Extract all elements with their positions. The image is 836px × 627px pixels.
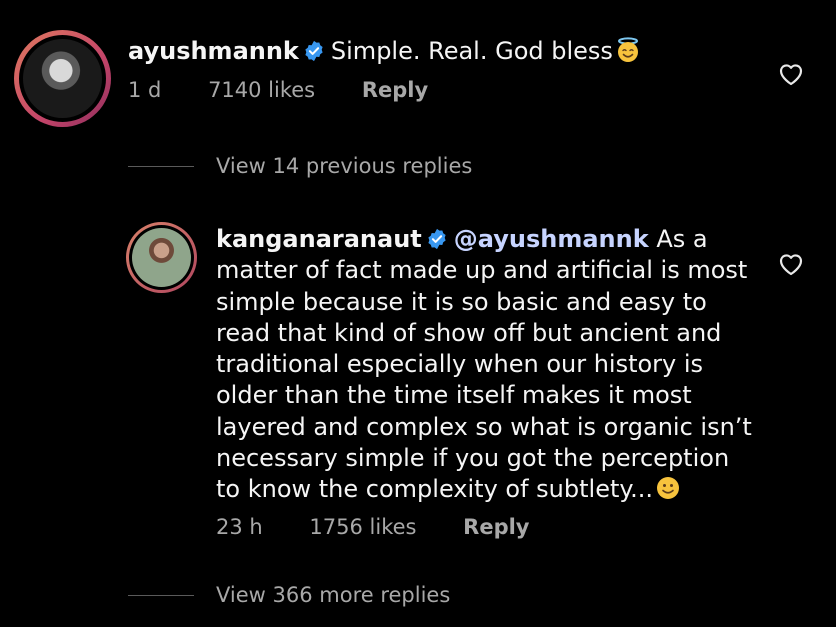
profile-photo [23, 39, 102, 118]
avatar-ring [19, 35, 106, 122]
comment-2-text: As a matter of fact made up and artifici… [216, 225, 752, 504]
mention-link[interactable]: @ayushmannk [454, 225, 649, 253]
profile-photo [132, 228, 191, 287]
reply-button[interactable]: Reply [463, 515, 529, 539]
view-previous-replies-label: View 14 previous replies [216, 154, 473, 178]
comment-2-meta: 23 h 1756 likes Reply [216, 515, 570, 539]
view-previous-replies-button[interactable]: View 14 previous replies [128, 154, 472, 178]
verified-badge-icon [428, 228, 446, 250]
username-kanganaranaut[interactable]: kanganaranaut [216, 225, 422, 253]
avatar-ring [129, 225, 194, 290]
view-more-replies-button[interactable]: View 366 more replies [128, 583, 450, 607]
divider-line [128, 594, 194, 596]
likes-count[interactable]: 7140 likes [208, 78, 315, 102]
likes-count[interactable]: 1756 likes [309, 515, 416, 539]
avatar-kanganaranaut[interactable] [126, 222, 197, 293]
reply-button[interactable]: Reply [362, 78, 428, 102]
comment-2-body: kanganaranaut @ayushmannk As a matter of … [216, 224, 756, 506]
verified-badge-icon [305, 40, 323, 62]
slightly-smiling-face-emoji [657, 477, 680, 500]
view-more-replies-label: View 366 more replies [216, 583, 451, 607]
avatar-ayushmannk[interactable] [14, 30, 111, 127]
heart-icon[interactable] [778, 62, 804, 86]
username-ayushmannk[interactable]: ayushmannk [128, 37, 299, 65]
heart-icon[interactable] [778, 252, 804, 276]
smiling-face-with-halo-emoji [617, 37, 638, 62]
comment-1-body: ayushmannk Simple. Real. God bless [128, 34, 641, 68]
comment-1-meta: 1 d 7140 likes Reply [128, 78, 468, 102]
divider-line [128, 165, 194, 167]
comment-1-text: Simple. Real. God bless [330, 37, 613, 65]
comment-time: 1 d [128, 78, 162, 102]
comment-time: 23 h [216, 515, 263, 539]
